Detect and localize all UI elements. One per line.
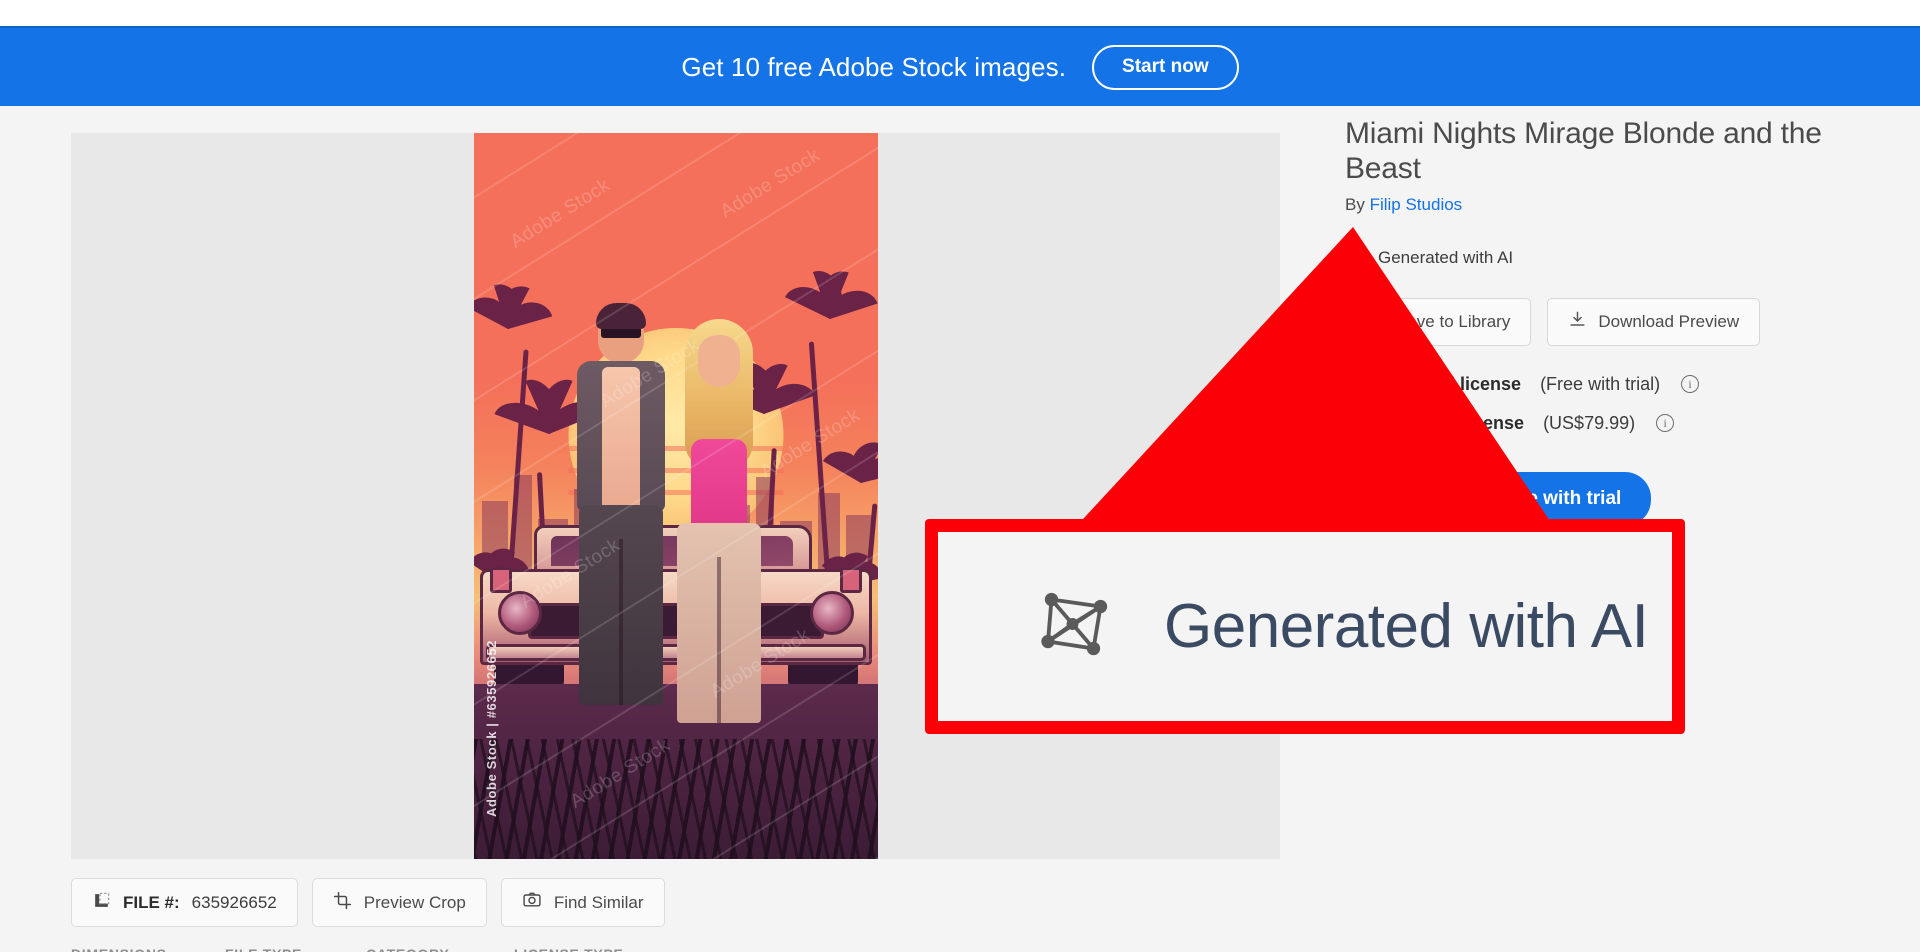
ai-badge-label: Generated with AI [1378,248,1514,268]
asset-action-buttons: Save to Library Download Preview [1345,297,1885,346]
byline-prefix: By [1345,194,1365,214]
download-free-with-trial-button[interactable]: Download free with trial [1345,471,1652,526]
preview-crop-label: Preview Crop [363,892,466,912]
download-preview-button[interactable]: Download Preview [1547,297,1761,346]
save-to-library-label: Save to Library [1396,311,1511,331]
extended-license-radio[interactable] [1345,413,1364,433]
page-body: Adobe Stock Adobe Stock Adobe Stock Adob… [0,106,1920,952]
preview-crop-button[interactable]: Preview Crop [311,878,487,927]
asset-toolbar: FILE #: 635926652 Preview Crop Find Simi… [71,878,665,927]
asset-detail-panel: Miami Nights Mirage Blonde and the Beast… [1345,116,1885,526]
shopping-cart-icon [1375,486,1395,512]
license-option-standard[interactable]: Standard license (Free with trial) i [1345,374,1885,395]
standard-license-name: Standard license [1377,373,1522,394]
extended-license-price: (US$79.99) [1543,412,1636,433]
license-options: Standard license (Free with trial) i Ext… [1345,374,1885,434]
illustration-ground [473,684,878,859]
extended-license-name: Extended license [1377,412,1525,433]
camera-icon [522,890,542,915]
generated-with-ai-badge: Generated with AI [1345,245,1885,272]
file-number-label: FILE #: [123,892,180,912]
top-white-strip [0,0,1920,26]
promo-banner-text: Get 10 free Adobe Stock images. [681,51,1067,82]
page-root: Get 10 free Adobe Stock images. Start no… [0,0,1920,952]
promo-banner: Get 10 free Adobe Stock images. Start no… [0,26,1920,106]
asset-title: Miami Nights Mirage Blonde and the Beast [1345,117,1822,186]
illustration-figure-woman [670,319,768,723]
watermark-file-number: Adobe Stock | #635926652 [483,639,499,817]
standard-license-price: (Free with trial) [1540,373,1661,394]
metadata-headers: DIMENSIONS FILE TYPE CATEGORY LICENSE TY… [71,946,624,952]
metadata-header-dimensions: DIMENSIONS [71,946,225,952]
find-similar-label: Find Similar [553,892,644,912]
metadata-header-file-type: FILE TYPE [225,946,366,952]
start-now-button[interactable]: Start now [1092,44,1239,90]
asset-preview-stage: Adobe Stock Adobe Stock Adobe Stock Adob… [71,133,1280,859]
ai-network-icon [1345,245,1367,272]
author-link[interactable]: Filip Studios [1370,195,1463,214]
metadata-header-license-type: LICENSE TYPE [514,946,624,952]
standard-license-info-icon[interactable]: i [1681,375,1700,394]
asset-image[interactable]: Adobe Stock Adobe Stock Adobe Stock Adob… [473,133,878,859]
cta-label: Download free with trial [1407,487,1622,509]
save-to-library-button[interactable]: Save to Library [1345,297,1532,346]
heart-icon [1366,310,1385,334]
crop-icon [333,891,352,915]
byline: By Filip Studios [1345,195,1885,215]
download-icon [1568,310,1587,334]
metadata-header-category: CATEGORY [366,946,514,952]
standard-license-radio[interactable] [1345,374,1364,394]
find-similar-button[interactable]: Find Similar [500,878,665,927]
license-option-extended[interactable]: Extended license (US$79.99) i [1345,413,1885,434]
file-corner-icon [92,891,111,915]
file-number-value: 635926652 [191,892,277,912]
file-number-button[interactable]: FILE #: 635926652 [71,878,298,927]
download-preview-label: Download Preview [1598,311,1740,331]
extended-license-info-icon[interactable]: i [1656,414,1675,433]
